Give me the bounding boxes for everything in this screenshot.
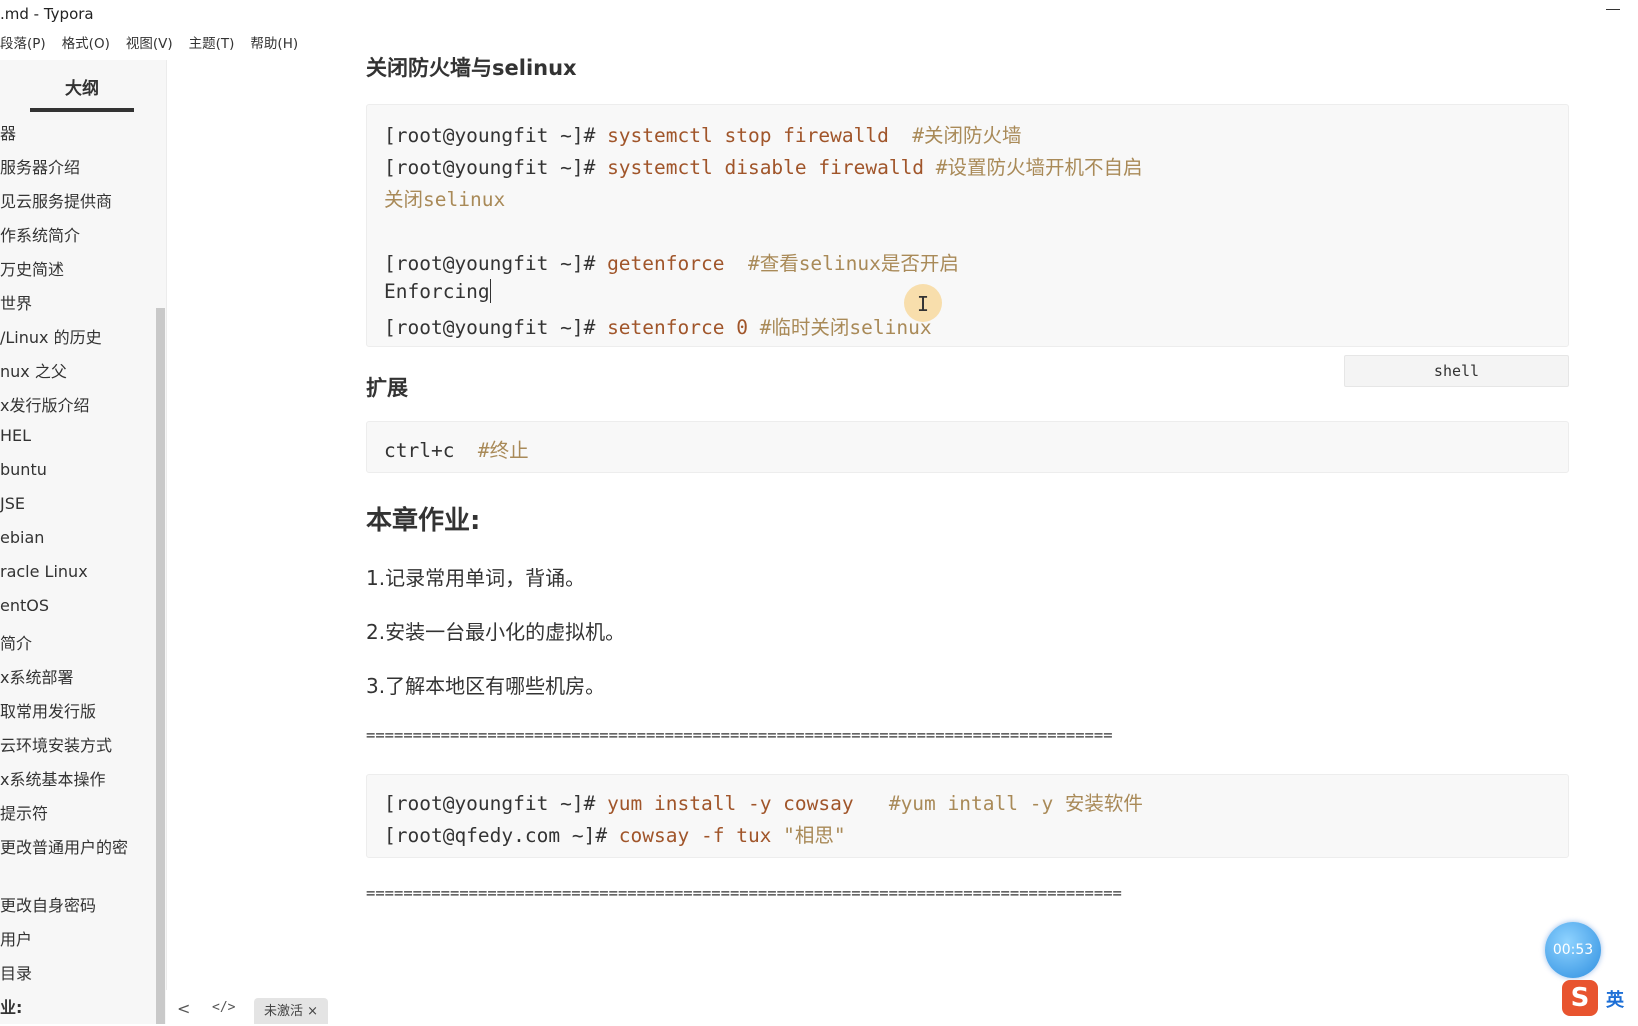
sidebar-outline-item[interactable]: 器 [0, 120, 16, 144]
sidebar-outline-item[interactable]: x系统基本操作 [0, 766, 105, 790]
source-code-toggle-icon[interactable]: </> [212, 1000, 235, 1015]
editor-content[interactable]: 关闭防火墙与selinux [root@youngfit ~]# systemc… [366, 0, 1571, 1024]
sidebar-outline-item[interactable]: 目录 [0, 960, 32, 984]
menu-help[interactable]: 帮助(H) [250, 32, 298, 54]
sidebar-outline-item[interactable]: JSE [0, 494, 25, 513]
sidebar-outline-item[interactable]: 更改自身密码 [0, 892, 96, 916]
sidebar-outline-item[interactable]: 用户 [0, 926, 32, 950]
window-title: .md - Typora [0, 5, 94, 23]
ime-language-toggle[interactable]: 英 [1606, 986, 1624, 1012]
homework-item: 1.记录常用单词，背诵。 [366, 566, 586, 590]
code-line: [root@youngfit ~]# yum install -y cowsay… [384, 792, 1143, 815]
code-line: [root@qfedy.com ~]# cowsay -f tux "相思" [384, 824, 846, 847]
sidebar-outline-item[interactable]: 取常用发行版 [0, 698, 96, 722]
code-block-expand[interactable]: ctrl+c #终止 [366, 421, 1569, 473]
ibeam-cursor-icon: I [917, 292, 930, 316]
sidebar-outline-item[interactable]: /Linux 的历史 [0, 324, 102, 348]
sidebar-outline-item[interactable]: 云环境安装方式 [0, 732, 112, 756]
activation-status-badge[interactable]: 未激活 × [254, 998, 329, 1024]
sidebar-outline-item[interactable]: 提示符 [0, 800, 48, 824]
code-line: [root@youngfit ~]# systemctl disable fir… [384, 156, 1143, 179]
menu-bar: 段落(P) 格式(O) 视图(V) 主题(T) 帮助(H) [0, 32, 298, 54]
sidebar-outline-item[interactable]: nux 之父 [0, 358, 67, 382]
code-line: Enforcing [384, 279, 491, 303]
sogou-ime-icon[interactable]: S [1562, 980, 1598, 1016]
sidebar-outline-item[interactable]: x发行版介绍 [0, 392, 89, 416]
homework-item: 3.了解本地区有哪些机房。 [366, 674, 606, 698]
outline-tab[interactable]: 大纲 [30, 74, 134, 99]
sidebar-outline-item[interactable]: 见云服务提供商 [0, 188, 112, 212]
code-block-cowsay[interactable]: [root@youngfit ~]# yum install -y cowsay… [366, 774, 1569, 858]
sidebar-outline-item[interactable]: 万史简述 [0, 256, 64, 280]
sidebar-outline-item[interactable]: 简介 [0, 630, 32, 654]
sidebar-outline-item[interactable]: 作系统简介 [0, 222, 80, 246]
sidebar-outline-item[interactable]: 服务器介绍 [0, 154, 80, 178]
heading-homework: 本章作业: [366, 506, 481, 536]
recording-timer-badge[interactable]: 00:53 [1545, 922, 1601, 978]
heading-expand: 扩展 [366, 376, 408, 400]
sidebar-scroll-thumb[interactable] [156, 308, 165, 1024]
separator-line: ========================================… [366, 884, 1122, 902]
minimize-icon[interactable] [1606, 0, 1620, 14]
code-language-input[interactable]: shell [1344, 355, 1569, 387]
code-line: [root@youngfit ~]# getenforce #查看selinux… [384, 252, 959, 275]
outline-tab-indicator [30, 108, 134, 112]
ime-toolbar[interactable]: S 英 [1562, 980, 1638, 1016]
heading-firewall: 关闭防火墙与selinux [366, 56, 577, 80]
code-block-firewall[interactable]: [root@youngfit ~]# systemctl stop firewa… [366, 104, 1569, 347]
menu-view[interactable]: 视图(V) [126, 32, 173, 54]
chevron-left-icon[interactable]: < [177, 999, 190, 1018]
code-line: [root@youngfit ~]# systemctl stop firewa… [384, 124, 1022, 147]
menu-paragraph[interactable]: 段落(P) [0, 32, 46, 54]
sidebar-outline-item[interactable]: 更改普通用户的密 [0, 834, 128, 858]
sidebar-outline-item[interactable]: x系统部署 [0, 664, 73, 688]
sidebar-outline-item[interactable]: entOS [0, 596, 49, 615]
sidebar-outline-item[interactable]: 世界 [0, 290, 32, 314]
code-line: 关闭selinux [384, 188, 506, 211]
sidebar-outline-item[interactable]: HEL [0, 426, 31, 445]
code-line: ctrl+c #终止 [384, 439, 529, 462]
sidebar-outline-item[interactable]: racle Linux [0, 562, 88, 581]
sidebar-outline-item[interactable]: 业: [0, 994, 22, 1018]
menu-theme[interactable]: 主题(T) [189, 32, 235, 54]
sidebar-outline-item[interactable]: buntu [0, 460, 47, 479]
separator-line: ========================================… [366, 726, 1113, 744]
menu-format[interactable]: 格式(O) [62, 32, 110, 54]
code-line: [root@youngfit ~]# setenforce 0 #临时关闭sel… [384, 316, 932, 339]
sidebar-outline-item[interactable]: ebian [0, 528, 44, 547]
text-caret [489, 279, 491, 303]
outline-sidebar: 大纲 器服务器介绍见云服务提供商 作系统简介万史简述世界/Linux 的历史 nux… [0, 60, 167, 1024]
homework-item: 2.安装一台最小化的虚拟机。 [366, 620, 626, 644]
